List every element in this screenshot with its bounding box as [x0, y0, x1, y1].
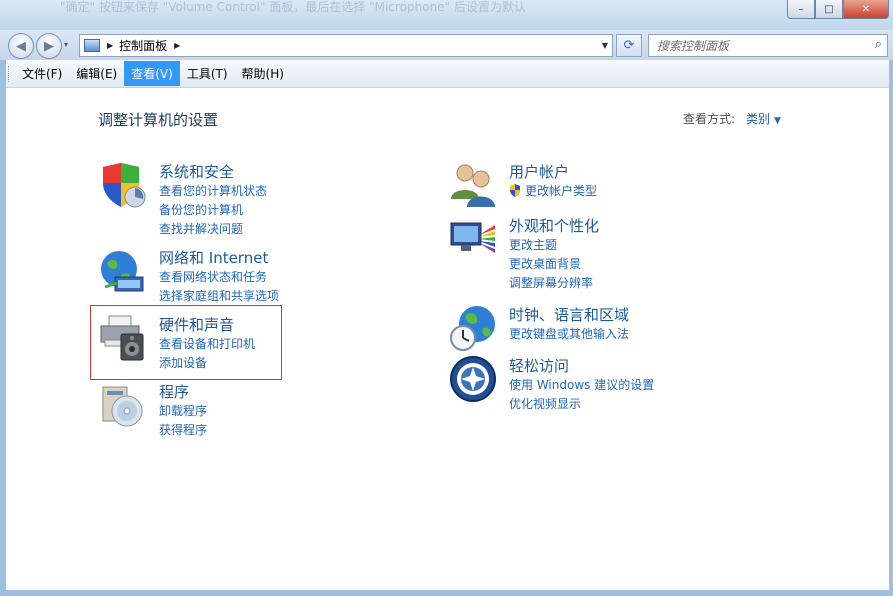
menu-bar: 文件(F) 编辑(E) 查看(V) 工具(T) 帮助(H)	[6, 60, 889, 88]
maximize-button[interactable]: □	[815, 0, 843, 19]
menu-bar-grip	[8, 65, 11, 82]
breadcrumb-end-arrow-icon[interactable]: ▶	[174, 41, 180, 50]
search-icon[interactable]: ⌕	[875, 37, 882, 52]
category-link[interactable]: 卸载程序	[159, 402, 207, 421]
chevron-down-icon[interactable]: ▼	[774, 116, 781, 126]
category-link[interactable]: 更改帐户类型	[509, 182, 597, 201]
search-input[interactable]	[655, 35, 859, 56]
uac-shield-icon	[510, 184, 520, 197]
page-title: 调整计算机的设置	[98, 111, 219, 129]
category-link[interactable]: 使用 Windows 建议的设置	[509, 376, 654, 395]
clock-globe-icon[interactable]	[449, 304, 497, 352]
category-title[interactable]: 外观和个性化	[509, 215, 599, 236]
menu-help[interactable]: 帮助(H)	[235, 61, 291, 86]
breadcrumb-arrow-icon[interactable]: ▶	[107, 41, 113, 50]
view-by-label: 查看方式:	[683, 112, 736, 126]
breadcrumb-control-panel[interactable]: 控制面板	[119, 37, 167, 54]
category-title[interactable]: 轻松访问	[509, 355, 569, 376]
category-link[interactable]: 查看网络状态和任务	[159, 268, 279, 287]
title-bar: "确定" 按钮来保存 "Volume Control" 面板，最后在选择 "Mi…	[0, 0, 893, 30]
background-window-text: "确定" 按钮来保存 "Volume Control" 面板，最后在选择 "Mi…	[60, 0, 526, 14]
category-link[interactable]: 选择家庭组和共享选项	[159, 287, 279, 306]
category-title[interactable]: 程序	[159, 381, 189, 402]
category-link[interactable]: 优化视频显示	[509, 395, 654, 414]
address-dropdown-icon[interactable]: ▼	[602, 41, 608, 50]
category-link[interactable]: 更改键盘或其他输入法	[509, 325, 629, 344]
category-link[interactable]: 备份您的计算机	[159, 201, 267, 220]
category-link[interactable]: 查找并解决问题	[159, 220, 267, 239]
menu-view[interactable]: 查看(V)	[124, 61, 180, 86]
minimize-button[interactable]: –	[787, 0, 815, 19]
highlight-box	[90, 305, 282, 380]
category-link-label[interactable]: 更改帐户类型	[525, 184, 597, 198]
category-link[interactable]: 获得程序	[159, 421, 207, 440]
programs-disc-icon[interactable]	[99, 381, 147, 429]
monitor-palette-icon[interactable]	[449, 215, 497, 263]
menu-file[interactable]: 文件(F)	[15, 61, 69, 86]
menu-tools[interactable]: 工具(T)	[180, 61, 235, 86]
category-link[interactable]: 更改主题	[509, 236, 593, 255]
close-button[interactable]: ✕	[843, 0, 889, 19]
users-icon[interactable]	[449, 161, 497, 209]
control-panel-content: 调整计算机的设置 查看方式: 类别 ▼ 系统和安全 查看您的计算机状态 备份您的计…	[6, 88, 889, 590]
category-title[interactable]: 时钟、语言和区域	[509, 304, 629, 325]
forward-button[interactable]: ▶	[36, 33, 62, 59]
category-link[interactable]: 查看您的计算机状态	[159, 182, 267, 201]
window-controls: – □ ✕	[787, 0, 889, 19]
back-button[interactable]: ◀	[8, 33, 34, 59]
shield-security-icon[interactable]	[99, 161, 147, 209]
search-box: ⌕	[648, 34, 888, 57]
category-link[interactable]: 调整屏幕分辨率	[509, 274, 593, 293]
category-title[interactable]: 系统和安全	[159, 161, 234, 182]
control-panel-icon	[84, 39, 100, 52]
category-link[interactable]: 更改桌面背景	[509, 255, 593, 274]
category-title[interactable]: 网络和 Internet	[159, 247, 268, 268]
menu-edit[interactable]: 编辑(E)	[69, 61, 124, 86]
globe-network-icon[interactable]	[99, 247, 147, 295]
navigation-bar: ◀ ▶ ▾ ▶ 控制面板 ▶ ▼ ⟳ ⌕	[0, 30, 893, 60]
view-by-dropdown[interactable]: 类别 ▼	[746, 110, 781, 127]
ease-of-access-icon[interactable]	[449, 355, 497, 403]
recent-pages-dropdown[interactable]: ▾	[64, 40, 68, 49]
category-title[interactable]: 用户帐户	[509, 161, 569, 182]
address-bar[interactable]: ▶ 控制面板 ▶ ▼	[79, 34, 613, 57]
refresh-button[interactable]: ⟳	[616, 34, 642, 57]
view-by-value[interactable]: 类别	[746, 112, 770, 126]
